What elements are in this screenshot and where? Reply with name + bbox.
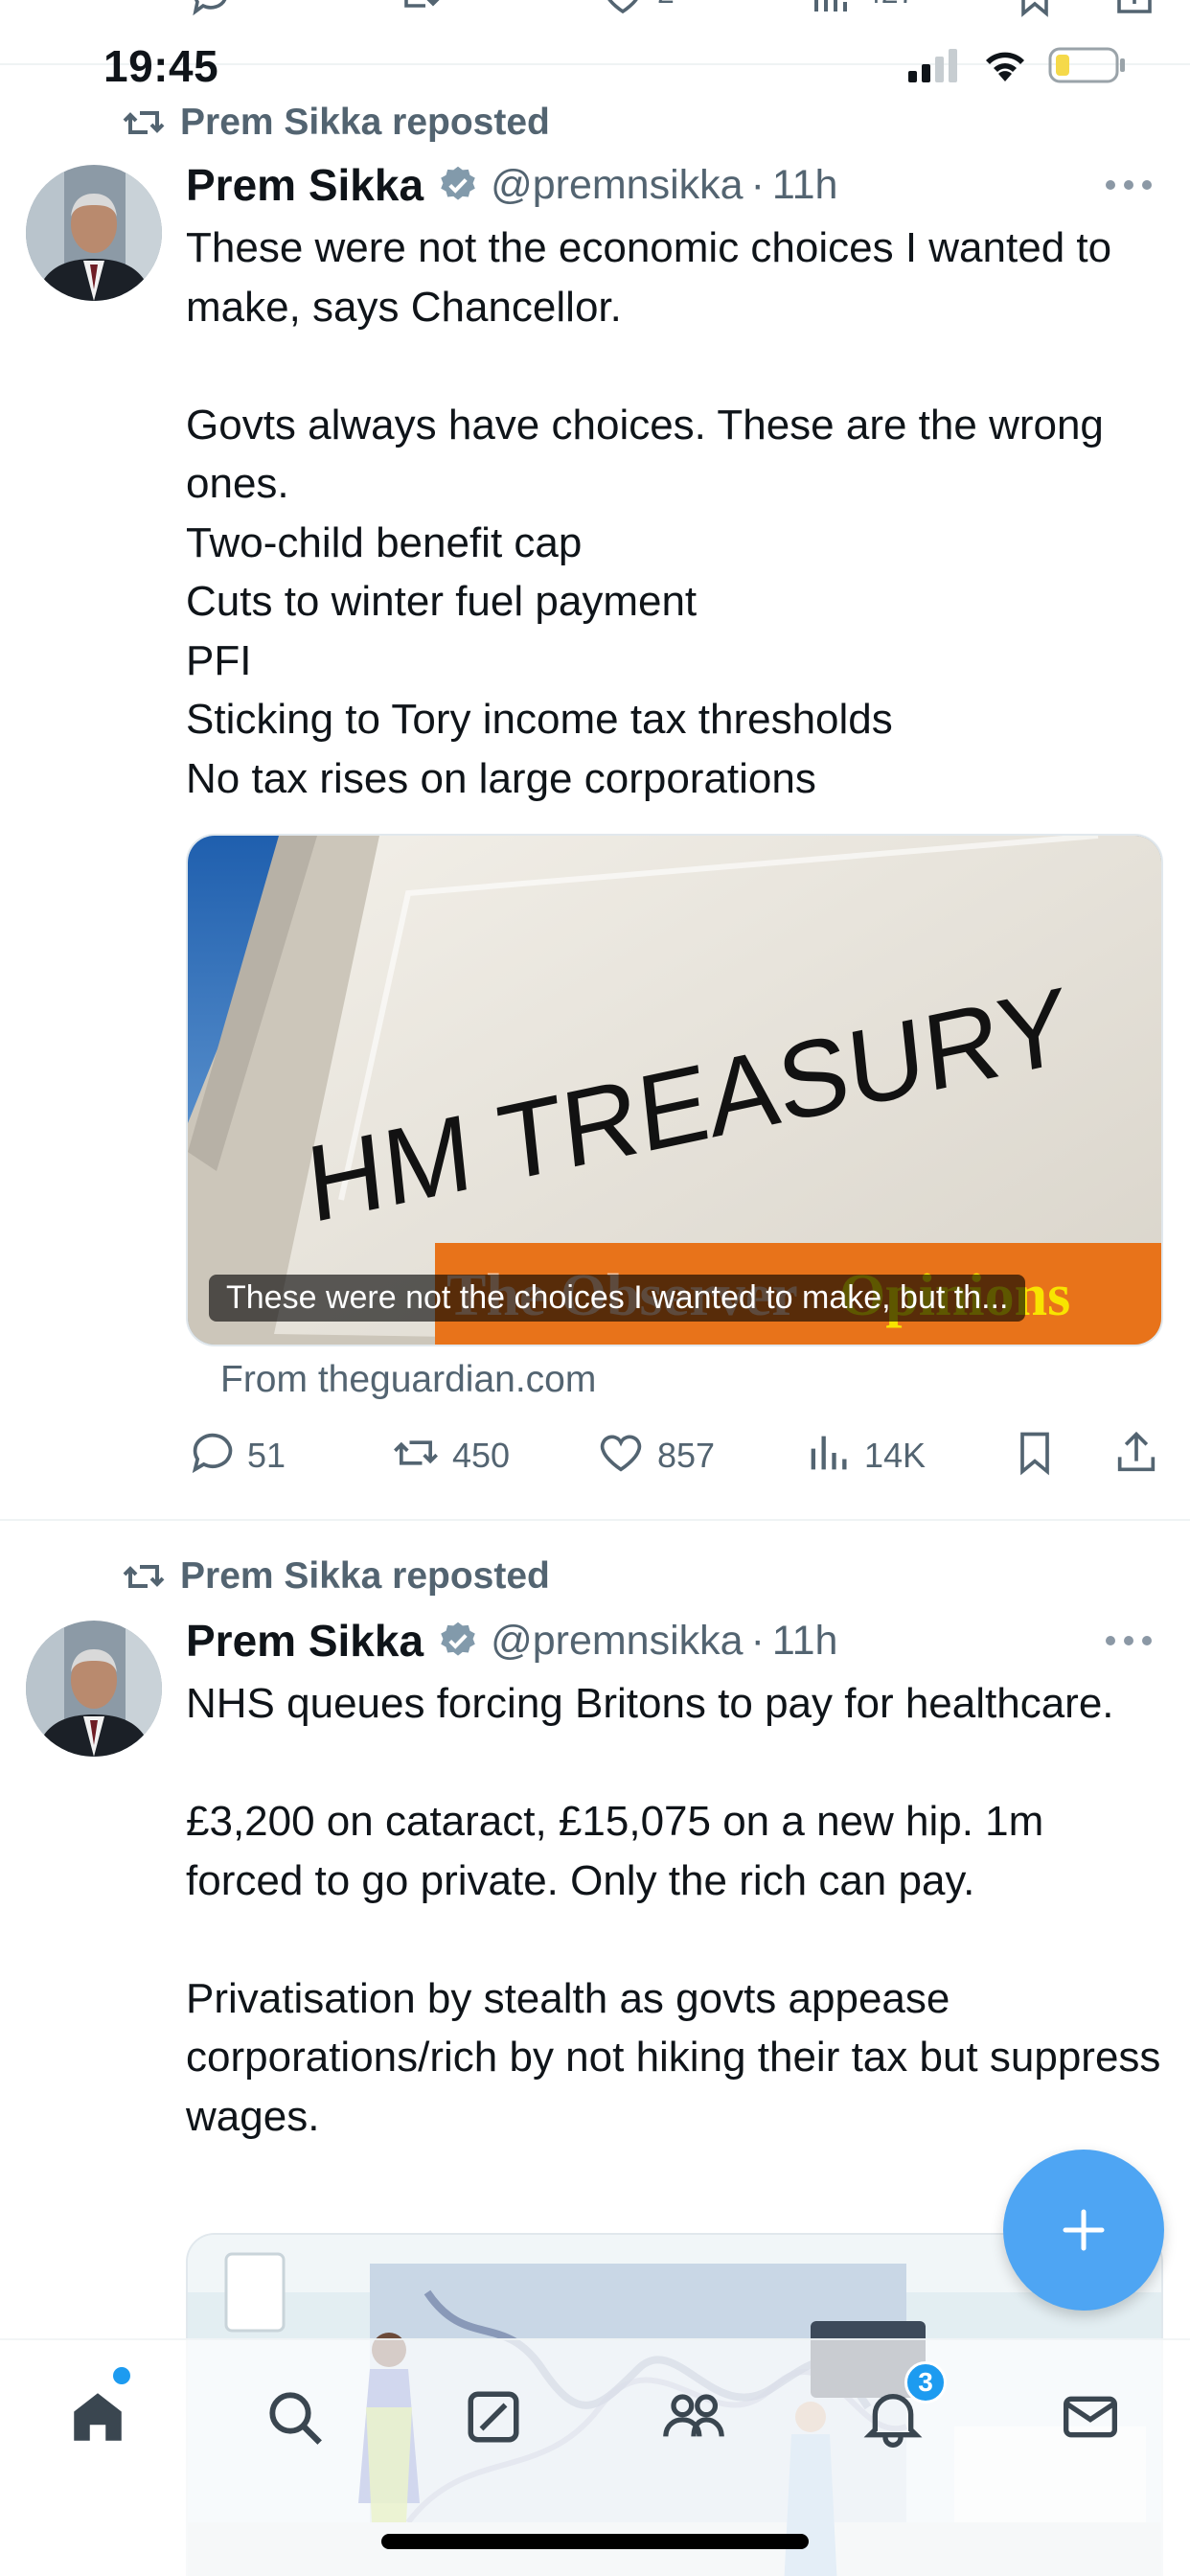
communities-icon: [663, 2394, 724, 2437]
tab-communities[interactable]: [655, 2379, 732, 2455]
reply-count: 51: [247, 1436, 286, 1475]
bookmark-icon[interactable]: [1010, 1428, 1060, 1478]
messages-icon: [1064, 2396, 1117, 2438]
repost-icon[interactable]: [391, 1428, 441, 1478]
tab-home[interactable]: [59, 2379, 136, 2455]
tweet-text: These were not the economic choices I wa…: [186, 224, 1112, 802]
more-options-icon[interactable]: [1106, 180, 1152, 190]
tweet[interactable]: Prem Sikka reposted Prem Sikka @premnsik…: [0, 0, 1190, 1519]
repost-label: Prem Sikka reposted: [180, 102, 550, 143]
notification-badge: 3: [904, 2361, 947, 2404]
link-card[interactable]: HM TREASURY The Observer Opinions These …: [186, 834, 1163, 1346]
plus-icon: [1063, 2209, 1105, 2251]
home-indicator[interactable]: [381, 2534, 809, 2549]
tweet-header: Prem Sikka @premnsikka · 11h: [186, 157, 837, 213]
more-options-icon[interactable]: [1106, 1636, 1152, 1645]
card-image: HM TREASURY The Observer Opinions: [188, 836, 1161, 1345]
repost-icon: [123, 1565, 165, 1588]
repost-context: Prem Sikka reposted: [121, 1555, 550, 1598]
tweet-time[interactable]: 11h: [772, 162, 838, 209]
tab-messages[interactable]: [1052, 2379, 1129, 2455]
reply-icon[interactable]: [188, 1428, 238, 1478]
tweet-text: NHS queues forcing Britons to pay for he…: [186, 1680, 1161, 2140]
card-caption: These were not the choices I wanted to m…: [209, 1275, 1026, 1322]
verified-badge-icon: [441, 166, 475, 200]
separator: ·: [750, 1617, 765, 1664]
repost-icon: [123, 111, 165, 134]
avatar[interactable]: [26, 165, 162, 301]
avatar-image: [26, 1621, 162, 1757]
search-icon: [269, 2392, 322, 2445]
tab-search[interactable]: [256, 2379, 332, 2455]
avatar[interactable]: [26, 1621, 162, 1757]
separator: ·: [750, 161, 765, 208]
tweet-header: Prem Sikka @premnsikka · 11h: [186, 1613, 837, 1668]
tweet-time[interactable]: 11h: [772, 1618, 838, 1665]
repost-context: Prem Sikka reposted: [121, 102, 550, 144]
repost-label: Prem Sikka reposted: [180, 1555, 550, 1597]
compose-button[interactable]: [1003, 2150, 1164, 2311]
avatar-image: [26, 165, 162, 301]
share-icon[interactable]: [1111, 1428, 1161, 1478]
view-count: 14K: [864, 1436, 927, 1475]
author-handle[interactable]: @premnsikka: [491, 1618, 744, 1665]
like-count: 857: [657, 1436, 716, 1475]
author-name[interactable]: Prem Sikka: [186, 159, 423, 211]
tweet-actions: 51 450 857 14K: [0, 1428, 1190, 1482]
card-source[interactable]: From theguardian.com: [220, 1359, 596, 1401]
author-name[interactable]: Prem Sikka: [186, 1615, 423, 1667]
author-handle[interactable]: @premnsikka: [491, 162, 744, 209]
repost-count: 450: [452, 1436, 511, 1475]
home-icon: [74, 2393, 122, 2441]
like-icon[interactable]: [596, 1428, 646, 1478]
grok-icon: [468, 2391, 519, 2443]
verified-badge-icon: [441, 1622, 475, 1656]
new-posts-dot: [113, 2367, 130, 2384]
tab-grok[interactable]: [455, 2379, 532, 2455]
views-icon[interactable]: [803, 1428, 853, 1478]
